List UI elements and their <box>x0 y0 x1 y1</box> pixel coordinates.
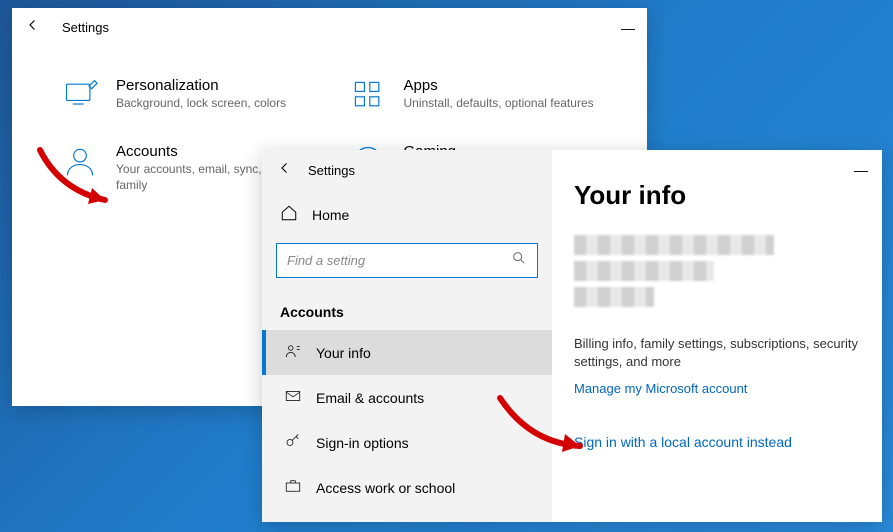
setting-title: Personalization <box>116 77 286 94</box>
nav-label: Sign-in options <box>316 435 409 451</box>
sidebar: Home Accounts Your info Email & accounts… <box>262 150 552 522</box>
nav-email[interactable]: Email & accounts <box>262 375 552 420</box>
window-title: Settings <box>308 163 355 178</box>
search-input-wrapper[interactable] <box>276 243 538 278</box>
section-header: Accounts <box>262 286 552 330</box>
personalization-icon <box>62 77 98 113</box>
settings-accounts-window: Settings — Home Accounts Your info Email… <box>262 150 882 522</box>
home-label: Home <box>312 207 349 223</box>
minimize-icon[interactable]: — <box>621 20 635 36</box>
home-nav[interactable]: Home <box>262 194 552 235</box>
billing-info-text: Billing info, family settings, subscript… <box>574 335 860 371</box>
redacted-text <box>574 287 654 307</box>
nav-label: Email & accounts <box>316 390 424 406</box>
titlebar: Settings — <box>12 8 647 47</box>
redacted-text <box>574 235 774 255</box>
nav-work-school[interactable]: Access work or school <box>262 465 552 510</box>
setting-desc: Background, lock screen, colors <box>116 96 286 112</box>
setting-desc: Uninstall, defaults, optional features <box>404 96 594 112</box>
key-icon <box>284 432 302 453</box>
setting-personalization[interactable]: Personalization Background, lock screen,… <box>62 77 310 113</box>
content-area: Your info Billing info, family settings,… <box>552 150 882 522</box>
apps-icon <box>350 77 386 113</box>
email-icon <box>284 387 302 408</box>
nav-label: Your info <box>316 345 371 361</box>
setting-apps[interactable]: Apps Uninstall, defaults, optional featu… <box>350 77 598 113</box>
nav-your-info[interactable]: Your info <box>262 330 552 375</box>
home-icon <box>280 204 298 225</box>
setting-title: Apps <box>404 77 594 94</box>
accounts-icon <box>62 143 98 179</box>
manage-account-link[interactable]: Manage my Microsoft account <box>574 381 860 396</box>
person-icon <box>284 342 302 363</box>
briefcase-icon <box>284 477 302 498</box>
nav-label: Access work or school <box>316 480 455 496</box>
back-icon[interactable] <box>24 16 42 39</box>
window-controls: — <box>854 162 868 178</box>
nav-signin[interactable]: Sign-in options <box>262 420 552 465</box>
search-icon <box>511 250 527 271</box>
watermark: UG∃TFIX® <box>763 498 881 524</box>
minimize-icon[interactable]: — <box>854 162 868 178</box>
search-input[interactable] <box>287 253 511 268</box>
titlebar: Settings — <box>262 150 882 190</box>
redacted-text <box>574 261 714 281</box>
back-icon[interactable] <box>276 159 294 182</box>
window-controls: — <box>621 20 635 36</box>
window-title: Settings <box>62 20 109 35</box>
local-account-link[interactable]: Sign in with a local account instead <box>574 434 860 450</box>
